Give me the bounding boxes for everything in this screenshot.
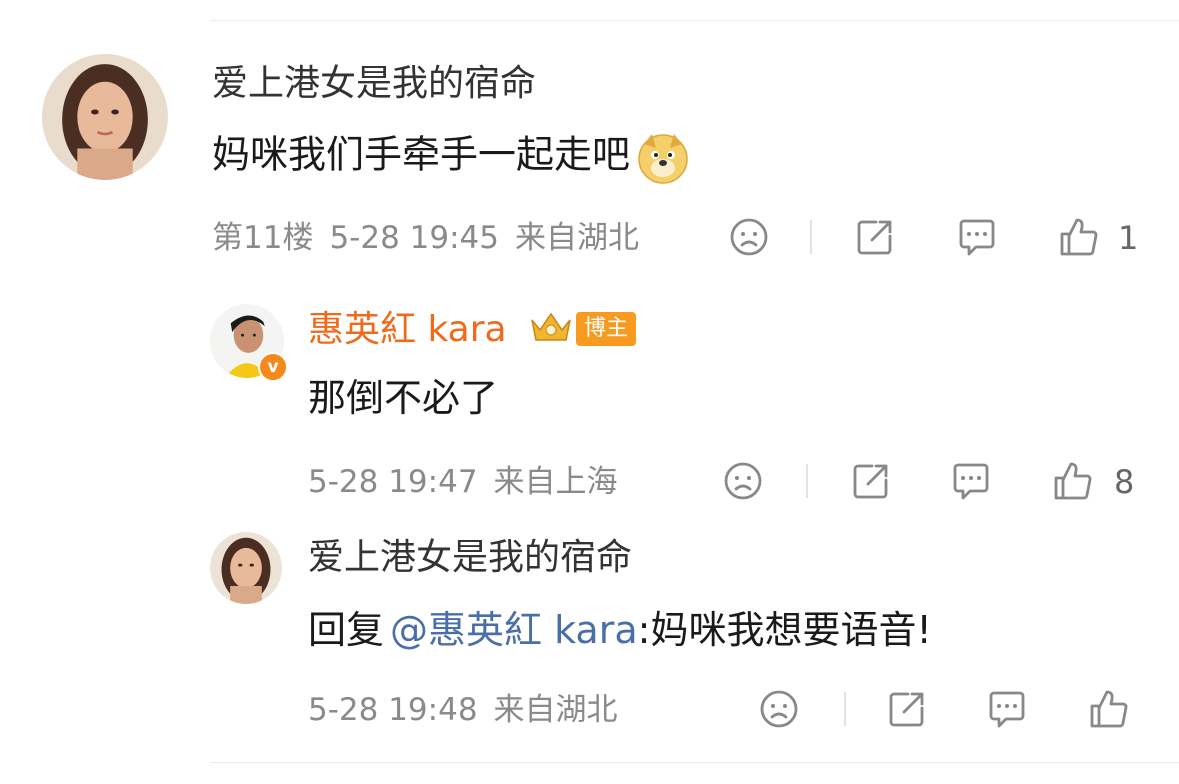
comment-text-content: 妈咪我们手牵手一起走吧 [212, 132, 631, 177]
bottom-divider [210, 762, 1179, 763]
author-name[interactable]: 爱上港女是我的宿命 [308, 536, 632, 580]
blogger-badge: 博主 [528, 310, 637, 348]
floor-number: 第11楼 [212, 220, 314, 256]
author-name[interactable]: 惠英紅 kara [308, 308, 507, 352]
verified-badge-icon: v [258, 352, 288, 382]
comment-meta: 5-28 19:48 来自湖北 [308, 690, 634, 730]
comment-text-content: :妈咪我想要语音! [637, 608, 932, 652]
timestamp: 5-28 19:47 [308, 464, 478, 500]
mention-link[interactable]: @惠英紅 kara [390, 608, 638, 652]
blogger-tag: 博主 [576, 312, 637, 346]
location: 来自湖北 [493, 692, 618, 728]
comment-bubble-icon[interactable] [984, 686, 1030, 732]
timestamp: 5-28 19:45 [329, 220, 499, 256]
comment-meta: 第11楼 5-28 19:45 来自湖北 [212, 218, 655, 258]
comment-text: 妈咪我们手牵手一起走吧 [212, 130, 690, 184]
like-count: 1 [1118, 219, 1139, 257]
frown-face-icon[interactable] [756, 686, 802, 732]
share-icon[interactable] [884, 686, 930, 732]
thumbs-up-icon[interactable] [1086, 686, 1132, 732]
doge-emoji-icon [636, 130, 690, 184]
frown-face-icon[interactable] [720, 458, 766, 504]
share-icon[interactable] [848, 458, 894, 504]
comment-bubble-icon[interactable] [954, 214, 1000, 260]
avatar[interactable] [42, 54, 168, 180]
comment-bubble-icon[interactable] [948, 458, 994, 504]
timestamp: 5-28 19:48 [308, 692, 478, 728]
separator [806, 464, 808, 498]
thumbs-up-icon[interactable] [1056, 214, 1102, 260]
location: 来自湖北 [515, 220, 639, 256]
like-count: 8 [1114, 463, 1135, 501]
reply-prefix: 回复 [308, 608, 385, 652]
separator [844, 692, 846, 726]
frown-face-icon[interactable] [726, 214, 772, 260]
author-name[interactable]: 爱上港女是我的宿命 [212, 62, 536, 106]
crown-icon [528, 310, 574, 348]
thumbs-up-icon[interactable] [1050, 458, 1096, 504]
avatar[interactable] [210, 532, 282, 604]
comment-text: 回复 @惠英紅 kara:妈咪我想要语音! [308, 606, 932, 654]
top-divider [210, 20, 1179, 21]
comment-meta: 5-28 19:47 来自上海 [308, 462, 634, 502]
comment-text: 那倒不必了 [308, 376, 499, 420]
share-icon[interactable] [852, 214, 898, 260]
location: 来自上海 [493, 464, 618, 500]
separator [810, 220, 812, 254]
